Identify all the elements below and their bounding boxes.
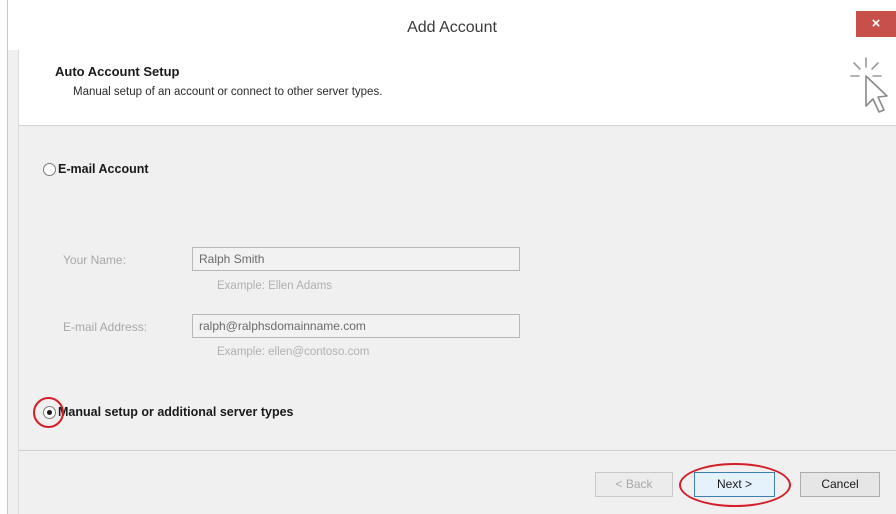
button-bar: < Back Next > Cancel [18,450,896,514]
setup-header: Auto Account Setup Manual setup of an ac… [18,50,896,126]
email-label: E-mail Address: [63,320,148,334]
name-example: Example: Ellen Adams [217,280,333,292]
radio-highlight-annotation [33,397,64,428]
cursor-click-icon [850,57,888,113]
email-account-radio[interactable] [43,163,56,176]
name-field[interactable]: Ralph Smith [192,247,520,271]
header-subtitle: Manual setup of an account or connect to… [73,86,383,98]
name-label: Your Name: [63,253,126,267]
account-options: E-mail Account Your Name: Ralph Smith Ex… [18,126,896,450]
close-button[interactable]: × [856,11,896,37]
window-title: Add Account [407,19,497,36]
title-bar: Add Account × [8,0,896,50]
next-highlight-annotation [679,463,791,507]
header-title: Auto Account Setup [55,64,180,79]
manual-setup-label[interactable]: Manual setup or additional server types [58,405,293,419]
cancel-button[interactable]: Cancel [800,472,880,497]
add-account-dialog: Add Account × Auto Account Setup Manual … [7,0,896,514]
email-address-field[interactable]: ralph@ralphsdomainname.com [192,314,520,338]
back-button[interactable]: < Back [595,472,673,497]
email-example: Example: ellen@contoso.com [217,346,370,358]
email-account-label[interactable]: E-mail Account [58,162,149,176]
